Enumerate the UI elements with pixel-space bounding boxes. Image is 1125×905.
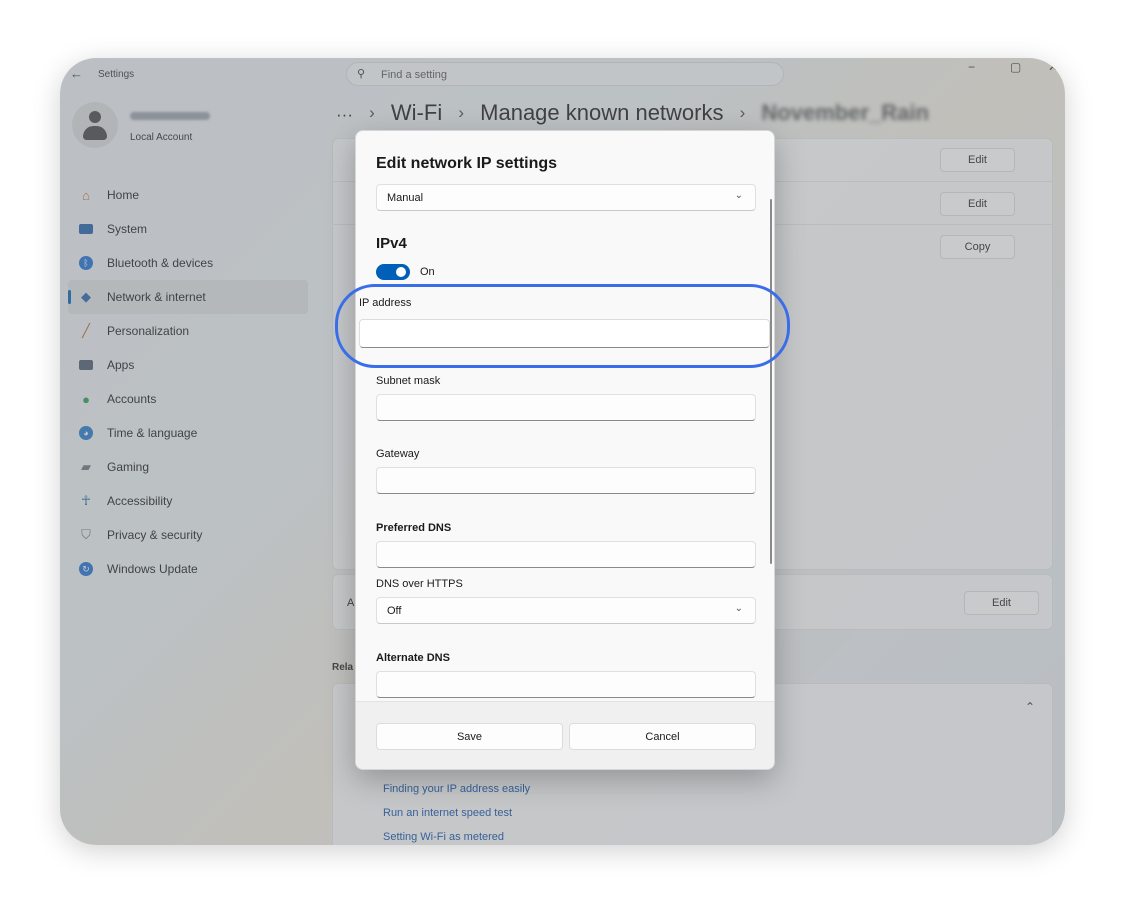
alternate-dns-label: Alternate DNS [376, 652, 450, 664]
dialog-scrollbar[interactable] [770, 199, 772, 564]
ipv4-toggle[interactable] [376, 264, 410, 280]
cancel-button[interactable]: Cancel [569, 723, 756, 750]
dialog-title: Edit network IP settings [376, 155, 558, 172]
preferred-dns-label: Preferred DNS [376, 522, 452, 534]
alternate-dns-input[interactable] [376, 671, 756, 698]
ip-mode-dropdown[interactable]: Manual ⌄ [376, 184, 756, 211]
dialog-footer: Save Cancel [356, 701, 774, 769]
gateway-label: Gateway [376, 448, 420, 460]
ip-address-input[interactable] [359, 319, 770, 348]
dns-over-https-value: Off [387, 605, 402, 617]
subnet-mask-input[interactable] [376, 394, 756, 421]
chevron-down-icon: ⌄ [734, 603, 743, 614]
preferred-dns-input[interactable] [376, 541, 756, 568]
dns-over-https-dropdown[interactable]: Off ⌄ [376, 597, 756, 624]
chevron-down-icon: ⌄ [734, 190, 743, 201]
ipv4-heading: IPv4 [376, 235, 407, 252]
gateway-input[interactable] [376, 467, 756, 494]
ip-mode-value: Manual [387, 192, 424, 204]
dns-over-https-label: DNS over HTTPS [376, 578, 463, 590]
save-button[interactable]: Save [376, 723, 563, 750]
ipv4-toggle-label: On [420, 266, 435, 278]
edit-ip-settings-dialog: Edit network IP settings Manual ⌄ IPv4 O… [355, 130, 775, 770]
subnet-mask-label: Subnet mask [376, 375, 441, 387]
ip-address-label: IP address [359, 297, 412, 309]
